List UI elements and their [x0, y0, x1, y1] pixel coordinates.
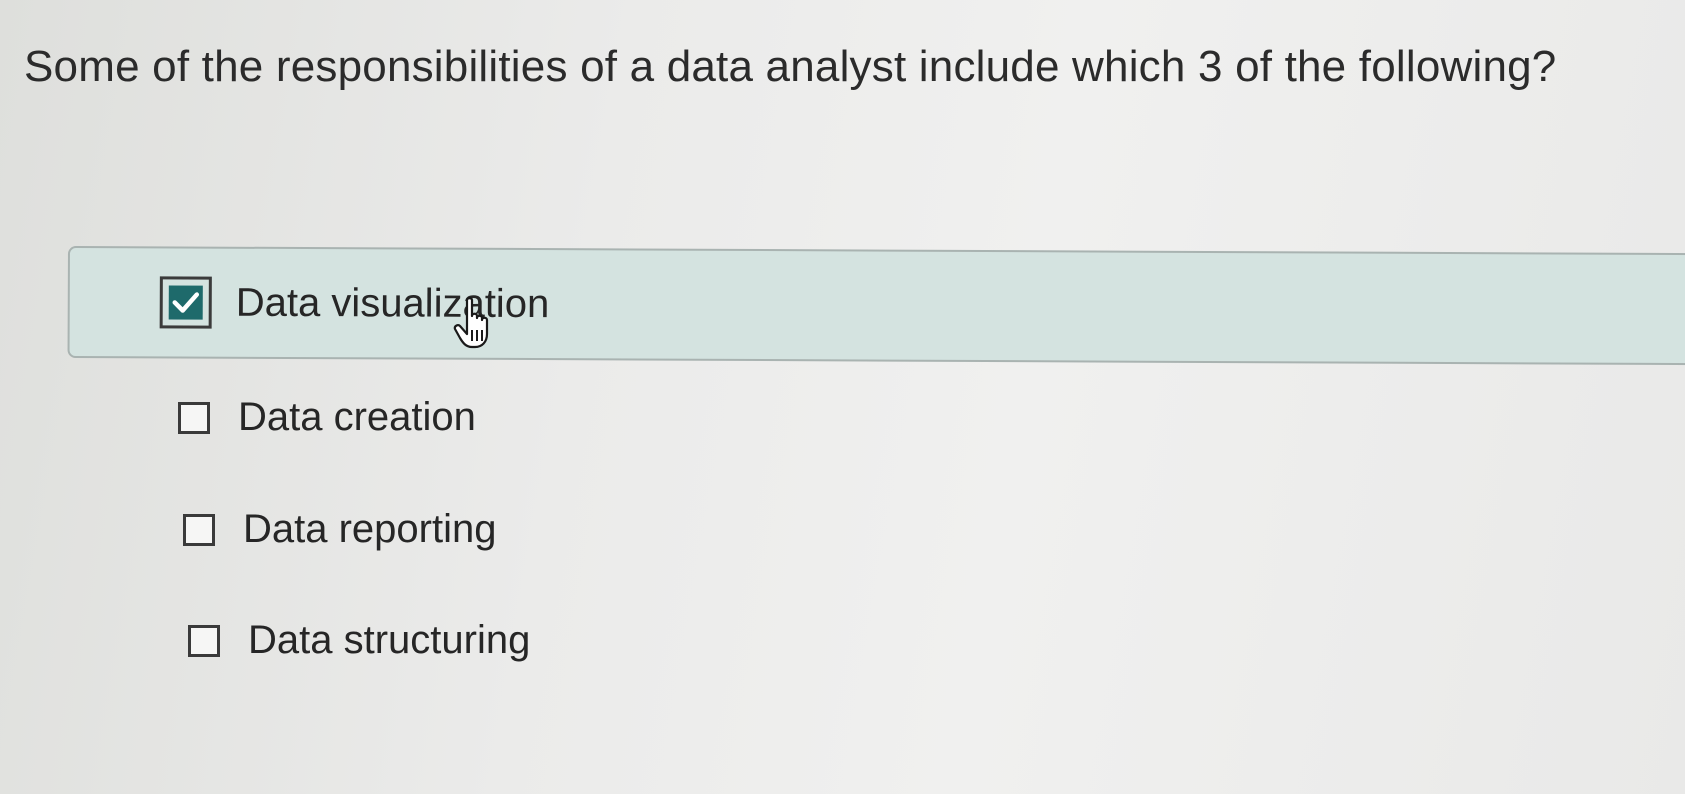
- quiz-page: Some of the responsibilities of a data a…: [0, 0, 1685, 794]
- checkbox-unchecked[interactable]: [178, 401, 210, 434]
- answer-options: Data visualization Data creation Data re…: [0, 0, 1685, 794]
- option-data-creation[interactable]: Data creation: [178, 395, 476, 440]
- checkbox-unchecked[interactable]: [183, 513, 215, 546]
- check-icon: [168, 285, 203, 320]
- option-label: Data visualization: [235, 280, 550, 326]
- checkbox-unchecked[interactable]: [188, 624, 220, 657]
- option-data-reporting[interactable]: Data reporting: [183, 507, 496, 552]
- option-label: Data structuring: [248, 618, 531, 662]
- option-label: Data reporting: [243, 507, 497, 551]
- option-label: Data creation: [238, 395, 476, 439]
- checkbox-checked[interactable]: [159, 276, 212, 329]
- hand-pointer-icon: [453, 297, 489, 349]
- option-data-visualization[interactable]: Data visualization: [67, 246, 1685, 366]
- option-data-structuring[interactable]: Data structuring: [188, 618, 530, 663]
